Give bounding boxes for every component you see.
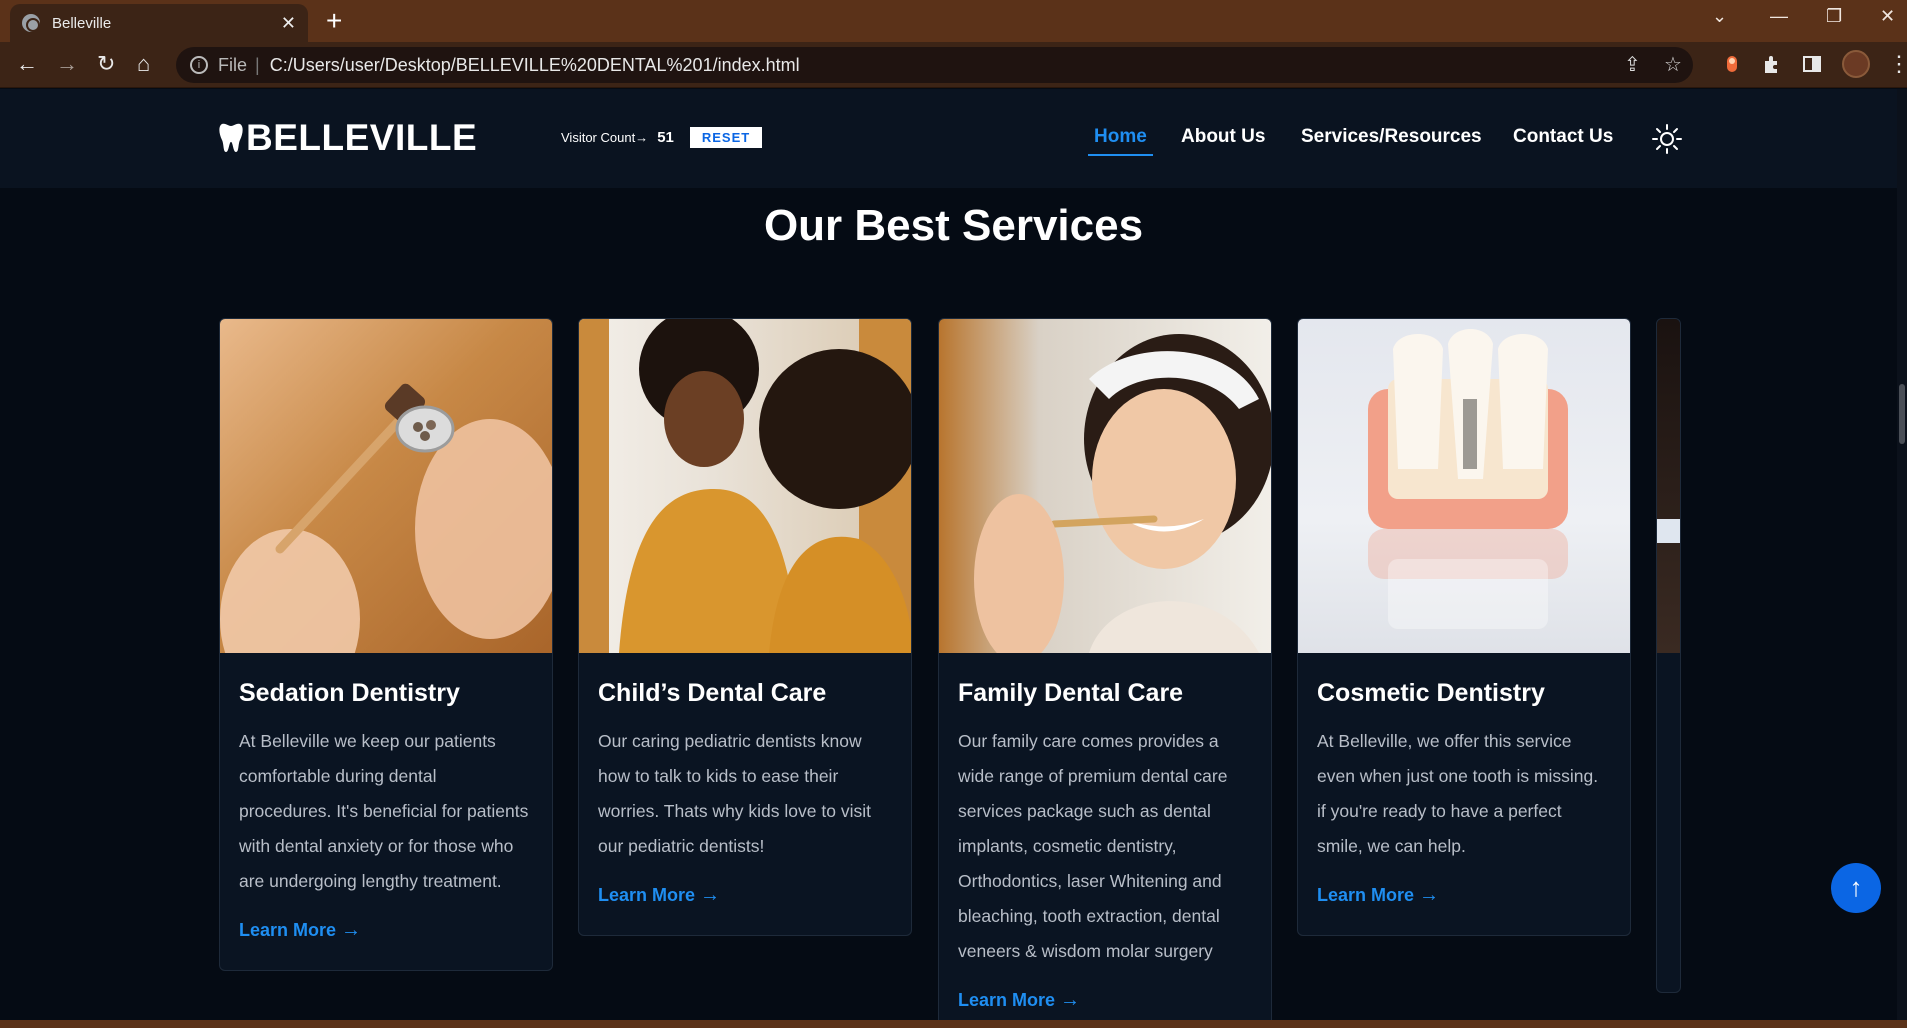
url-separator: | — [255, 54, 260, 75]
learn-more-link[interactable]: Learn More → — [1317, 884, 1439, 907]
scrollbar-thumb[interactable] — [1899, 384, 1905, 444]
reset-button[interactable]: RESET — [689, 127, 763, 148]
site-navbar: BELLEVILLE Visitor Count→ 51 RESET Home … — [0, 89, 1907, 188]
theme-toggle-sun-icon[interactable] — [1652, 124, 1682, 154]
reload-icon[interactable]: ↻ — [97, 50, 115, 78]
card-text: Our caring pediatric dentists know how t… — [598, 731, 871, 856]
url-scheme: File — [218, 54, 248, 75]
tooth-icon — [219, 123, 243, 152]
card-text: At Belleville we keep our patients comfo… — [239, 731, 529, 891]
nav-about[interactable]: About Us — [1181, 126, 1265, 148]
puzzle-icon[interactable] — [1762, 54, 1782, 74]
home-icon[interactable]: ⌂ — [137, 50, 150, 78]
service-card-cosmetic: Cosmetic Dentistry At Belleville, we off… — [1297, 318, 1631, 936]
site-logo[interactable]: BELLEVILLE — [218, 117, 477, 159]
service-card-sedation: Sedation Dentistry At Belleville we keep… — [219, 318, 553, 971]
browser-tab[interactable]: Belleville ✕ — [10, 4, 308, 42]
info-icon[interactable]: i — [190, 56, 208, 74]
side-panel-icon[interactable] — [1802, 54, 1822, 74]
service-card-partial — [1656, 318, 1681, 993]
card-image-child — [579, 319, 911, 653]
tab-title: Belleville — [52, 14, 112, 32]
nav-services[interactable]: Services/Resources — [1301, 126, 1482, 148]
visitor-label: Visitor Count→ — [561, 130, 649, 145]
page-scrollbar[interactable] — [1897, 89, 1907, 1028]
card-title: Cosmetic Dentistry — [1317, 679, 1545, 707]
bookmark-star-icon[interactable]: ☆ — [1664, 47, 1682, 83]
learn-more-link[interactable]: Learn More → — [239, 919, 361, 942]
service-card-family: Family Dental Care Our family care comes… — [938, 318, 1272, 1028]
section-title: Our Best Services — [0, 201, 1907, 251]
browser-toolbar: ← → ↻ ⌂ i File | C:/Users/user/Desktop/B… — [0, 42, 1907, 88]
card-image-toothbrush — [220, 319, 552, 653]
restore-icon[interactable]: ❐ — [1826, 6, 1842, 27]
globe-icon — [22, 14, 40, 32]
arrow-right-icon: → — [700, 884, 721, 906]
address-bar[interactable]: i File | C:/Users/user/Desktop/BELLEVILL… — [176, 47, 1693, 83]
menu-dots-icon[interactable]: ⋮ — [1888, 50, 1907, 78]
new-tab-button[interactable]: + — [326, 6, 342, 36]
section-title-bold: Services — [962, 201, 1144, 250]
arrow-right-icon: → — [1060, 989, 1081, 1011]
back-icon[interactable]: ← — [16, 50, 38, 78]
close-window-icon[interactable]: ✕ — [1880, 6, 1895, 27]
web-page: BELLEVILLE Visitor Count→ 51 RESET Home … — [0, 89, 1907, 1028]
browser-tab-bar: Belleville ✕ + ⌄ — ❐ ✕ — [0, 0, 1907, 42]
card-title: Child’s Dental Care — [598, 679, 827, 707]
visitor-counter: Visitor Count→ 51 RESET — [561, 127, 763, 148]
visitor-count: 51 — [657, 129, 674, 146]
forward-icon[interactable]: → — [56, 50, 78, 78]
arrow-right-icon: → — [1419, 884, 1440, 906]
card-image-partial — [1657, 319, 1680, 653]
nav-contact[interactable]: Contact Us — [1513, 126, 1613, 148]
nav-home[interactable]: Home — [1088, 126, 1153, 156]
arrow-right-icon: → — [341, 919, 362, 941]
section-title-light: Our Best — [763, 201, 950, 250]
window-bottom-edge — [0, 1020, 1907, 1028]
card-image-implant-model — [1298, 319, 1630, 653]
scroll-to-top-button[interactable]: ↑ — [1831, 863, 1881, 913]
card-text: Our family care comes provides a wide ra… — [958, 731, 1228, 961]
card-text: At Belleville, we offer this service eve… — [1317, 731, 1599, 856]
learn-more-link[interactable]: Learn More → — [958, 989, 1080, 1012]
tab-close-icon[interactable]: ✕ — [281, 13, 296, 34]
card-title: Sedation Dentistry — [239, 679, 460, 707]
share-icon[interactable]: ⇪ — [1624, 47, 1641, 83]
card-image-family — [939, 319, 1271, 653]
learn-more-link[interactable]: Learn More → — [598, 884, 720, 907]
service-card-child: Child’s Dental Care Our caring pediatric… — [578, 318, 912, 936]
extension-icon[interactable] — [1725, 54, 1739, 74]
profile-avatar[interactable] — [1842, 50, 1870, 78]
card-title: Family Dental Care — [958, 679, 1184, 707]
logo-text: BELLEVILLE — [246, 117, 478, 158]
url-text[interactable]: C:/Users/user/Desktop/BELLEVILLE%20DENTA… — [270, 55, 800, 76]
minimize-icon[interactable]: — — [1770, 6, 1788, 27]
arrow-up-icon: ↑ — [1849, 872, 1863, 902]
tab-search-icon[interactable]: ⌄ — [1712, 6, 1727, 27]
